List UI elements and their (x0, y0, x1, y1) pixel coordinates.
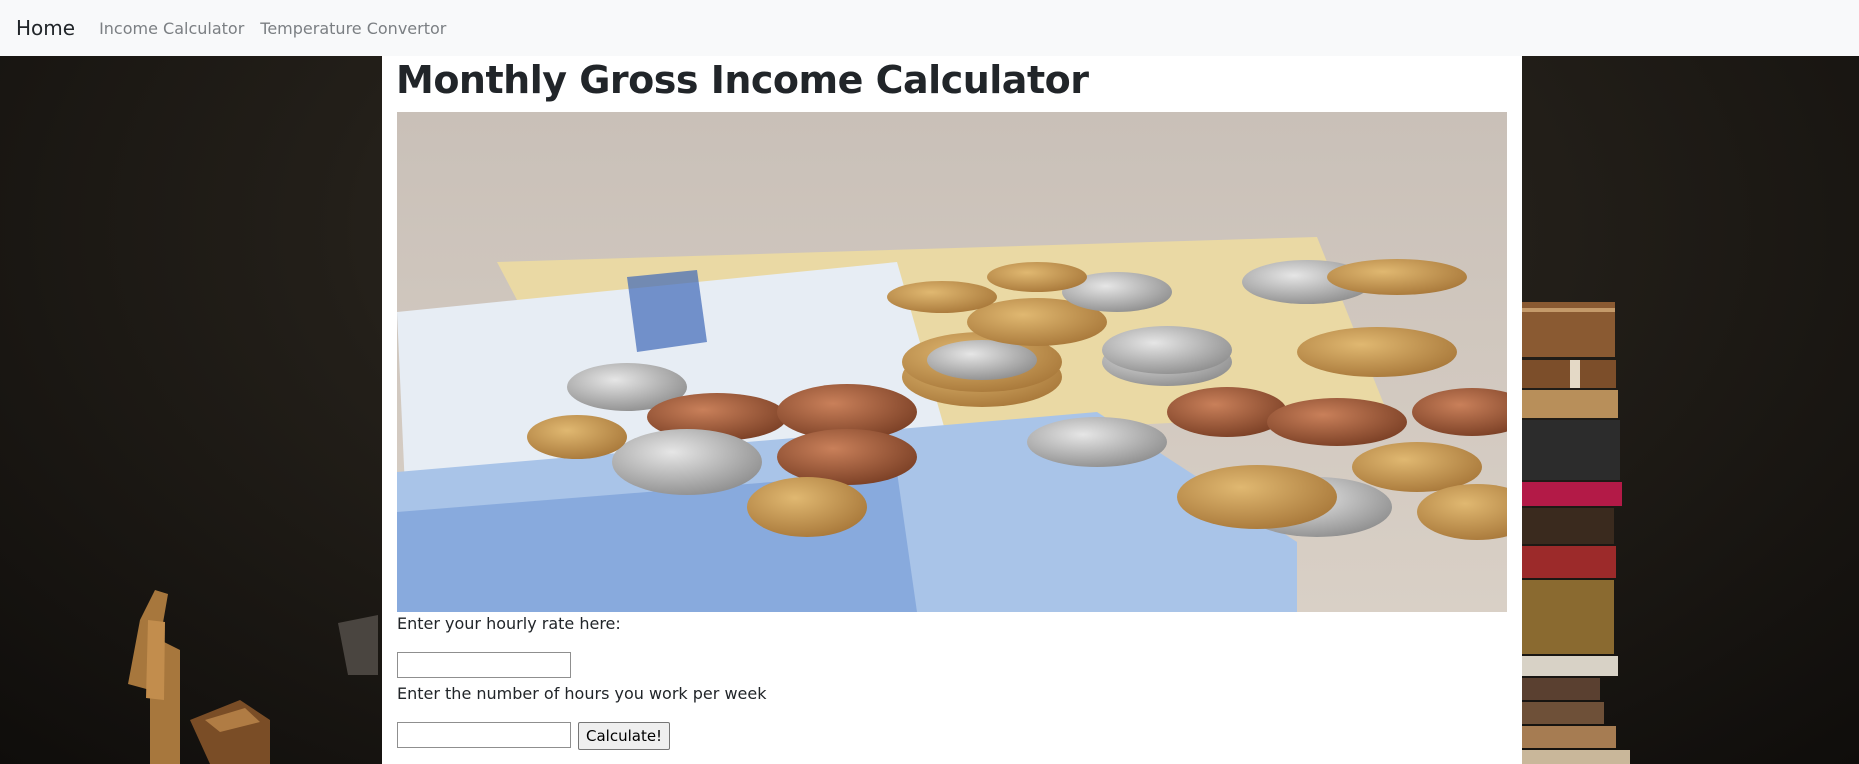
nav-temperature-convertor-link[interactable]: Temperature Convertor (260, 19, 446, 38)
hours-per-week-label: Enter the number of hours you work per w… (397, 684, 767, 703)
nav-income-calculator-link[interactable]: Income Calculator (99, 19, 244, 38)
hours-per-week-input[interactable] (397, 722, 571, 748)
hourly-rate-label: Enter your hourly rate here: (397, 614, 621, 633)
nav-home-link[interactable]: Home (16, 16, 75, 40)
table-edge-illustration (338, 615, 378, 675)
navbar: Home Income Calculator Temperature Conve… (0, 0, 1859, 56)
book-stack-illustration (1520, 302, 1630, 764)
chair-illustration (128, 590, 270, 764)
coins-banknotes-image (397, 112, 1507, 612)
hourly-rate-input[interactable] (397, 652, 571, 678)
page-title: Monthly Gross Income Calculator (396, 58, 1089, 102)
calculate-button[interactable]: Calculate! (578, 722, 671, 750)
main-content: Monthly Gross Income Calculator Enter yo… (382, 56, 1522, 764)
